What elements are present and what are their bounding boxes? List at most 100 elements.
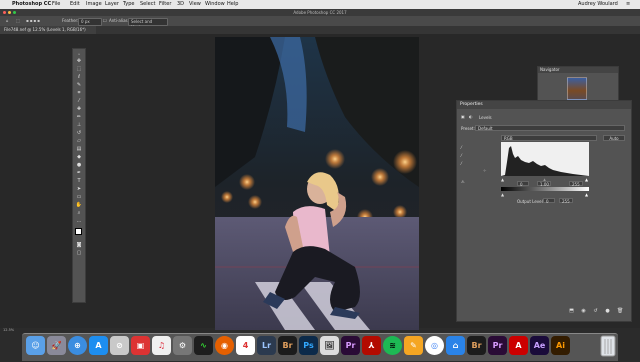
chrome-icon[interactable]: ◎ <box>425 336 444 355</box>
select-and-mask-button[interactable]: Select and Mask... <box>128 18 168 30</box>
history-brush-tool-icon[interactable]: ↺ <box>75 130 83 136</box>
spotify-icon[interactable]: ≋ <box>383 336 402 355</box>
move-tool-icon[interactable]: ✥ <box>75 58 83 64</box>
minimize-window-button[interactable] <box>8 11 11 14</box>
navigator-title[interactable]: Navigator <box>538 67 618 73</box>
rectangle-tool-icon[interactable]: ▭ <box>75 194 83 200</box>
photo-booth-icon[interactable]: ▣ <box>131 336 150 355</box>
zoom-window-button[interactable] <box>13 11 16 14</box>
navigator-thumbnail[interactable] <box>567 77 587 100</box>
input-white-slider[interactable]: ▲ <box>585 177 588 182</box>
clip-to-layer-icon[interactable]: ⬒ <box>569 309 574 314</box>
dodge-tool-icon[interactable]: ● <box>75 162 83 168</box>
calendar-icon[interactable]: 4 <box>236 336 255 355</box>
preview-icon[interactable]: 🖼 <box>320 336 339 355</box>
quick-mask-icon[interactable]: ◙ <box>75 242 83 248</box>
output-black-slider[interactable]: ▲ <box>501 192 504 197</box>
pages-icon[interactable]: ✎ <box>404 336 423 355</box>
more-tools-icon[interactable]: … <box>75 218 83 224</box>
menu-type[interactable]: Type <box>123 0 134 9</box>
bridge-icon[interactable]: Br <box>278 336 297 355</box>
eraser-tool-icon[interactable]: ▱ <box>75 138 83 144</box>
close-window-button[interactable] <box>3 11 6 14</box>
system-preferences-icon[interactable]: ⚙ <box>173 336 192 355</box>
no-entry-icon[interactable]: ⊘ <box>110 336 129 355</box>
menu-filter[interactable]: Filter <box>159 0 171 9</box>
eyedropper-gray-icon[interactable]: ⁄ <box>461 153 462 158</box>
acrobat-icon[interactable]: ⅄ <box>362 336 381 355</box>
list-icon[interactable]: ≡ <box>626 0 630 9</box>
gradient-tool-icon[interactable]: ▤ <box>75 146 83 152</box>
zoom-tool-icon[interactable]: ⌕ <box>75 210 83 216</box>
clone-stamp-tool-icon[interactable]: ⊥ <box>75 122 83 128</box>
premiere-pro-icon[interactable]: Pr <box>488 336 507 355</box>
menu-user[interactable]: Audrey Woulard <box>578 0 618 9</box>
menu-help[interactable]: Help <box>227 0 238 9</box>
view-previous-icon[interactable]: ◉ <box>581 309 586 314</box>
feather-input[interactable]: 0 px <box>78 18 102 26</box>
marquee-tool-icon[interactable]: ⬚ <box>14 18 22 24</box>
delete-icon[interactable]: 🗑 <box>617 309 623 314</box>
menu-edit[interactable]: Edit <box>70 0 80 9</box>
path-selection-tool-icon[interactable]: ➤ <box>75 186 83 192</box>
eyedropper-black-icon[interactable]: ⁄ <box>461 145 462 150</box>
premiere-icon[interactable]: Pr <box>341 336 360 355</box>
menu-window[interactable]: Window <box>205 0 225 9</box>
eyedropper-white-icon[interactable]: ⁄ <box>461 161 462 166</box>
home-icon[interactable]: ⌂ <box>446 336 465 355</box>
channel-select[interactable]: RGB <box>501 135 597 141</box>
marquee-tool-icon[interactable]: ⬚ <box>75 66 83 72</box>
input-white-field[interactable]: 255 <box>569 181 583 187</box>
layer-mask-icon[interactable]: ◐ <box>469 114 473 119</box>
document-tab[interactable]: File748.nef @ 12.5% (Levels 1, RGB/16*) <box>0 26 96 34</box>
auto-button[interactable]: Auto <box>603 135 625 141</box>
clipping-warning-icon[interactable]: ⚠ <box>461 179 465 184</box>
input-black-field[interactable]: 0 <box>517 181 529 187</box>
screen-mode-icon[interactable]: ▢ <box>75 250 83 256</box>
preset-select[interactable]: Default <box>475 125 625 131</box>
firefox-icon[interactable]: ◉ <box>215 336 234 355</box>
menu-file[interactable]: File <box>52 0 60 9</box>
trash-icon[interactable] <box>598 333 618 358</box>
app-store-icon[interactable]: A <box>89 336 108 355</box>
output-black-field[interactable]: 0 <box>543 198 555 204</box>
itunes-icon[interactable]: ♫ <box>152 336 171 355</box>
properties-title[interactable]: Properties <box>457 101 631 109</box>
illustrator-icon[interactable]: Ai <box>551 336 570 355</box>
foreground-color-swatch[interactable] <box>75 228 82 235</box>
after-effects-icon[interactable]: Ae <box>530 336 549 355</box>
menu-image[interactable]: Image <box>86 0 102 9</box>
input-black-slider[interactable]: ▲ <box>501 177 504 182</box>
activity-monitor-icon[interactable]: ∿ <box>194 336 213 355</box>
type-tool-icon[interactable]: T <box>75 178 83 184</box>
brush-tool-icon[interactable]: ✏ <box>75 114 83 120</box>
pen-tool-icon[interactable]: ✒ <box>75 170 83 176</box>
visibility-icon[interactable]: ● <box>605 309 610 314</box>
zoom-level[interactable]: 12.5% <box>3 328 14 332</box>
menu-3d[interactable]: 3D <box>177 0 184 9</box>
eyedropper-tool-icon[interactable]: ⁄ <box>75 98 83 104</box>
healing-brush-tool-icon[interactable]: ✚ <box>75 106 83 112</box>
menu-layer[interactable]: Layer <box>105 0 119 9</box>
finder-icon[interactable]: ☺ <box>26 336 45 355</box>
adobe-icon[interactable]: A <box>509 336 528 355</box>
menu-app-name[interactable]: Photoshop CC <box>12 0 51 9</box>
selection-mode-icons[interactable]: ▪▪▪▪ <box>24 18 43 24</box>
bridge-cc-icon[interactable]: Br <box>467 336 486 355</box>
menu-view[interactable]: View <box>189 0 201 9</box>
quick-select-tool-icon[interactable]: ✎ <box>75 82 83 88</box>
safari-icon[interactable]: ⊕ <box>68 336 87 355</box>
hand-tool-icon[interactable]: ✋ <box>75 202 83 208</box>
menu-select[interactable]: Select <box>140 0 155 9</box>
lasso-tool-icon[interactable]: ℓ <box>75 74 83 80</box>
document-image[interactable] <box>215 37 419 330</box>
lightroom-icon[interactable]: Lr <box>257 336 276 355</box>
reset-icon[interactable]: ↺ <box>593 309 598 314</box>
input-gamma-field[interactable]: 1.00 <box>537 181 551 187</box>
collapse-icon[interactable]: » <box>75 51 83 57</box>
launchpad-icon[interactable]: 🚀 <box>47 336 66 355</box>
output-white-field[interactable]: 255 <box>559 198 573 204</box>
home-tool-icon[interactable]: ⌂ <box>4 18 11 24</box>
photoshop-icon[interactable]: Ps <box>299 336 318 355</box>
crop-tool-icon[interactable]: ⌗ <box>75 90 83 96</box>
